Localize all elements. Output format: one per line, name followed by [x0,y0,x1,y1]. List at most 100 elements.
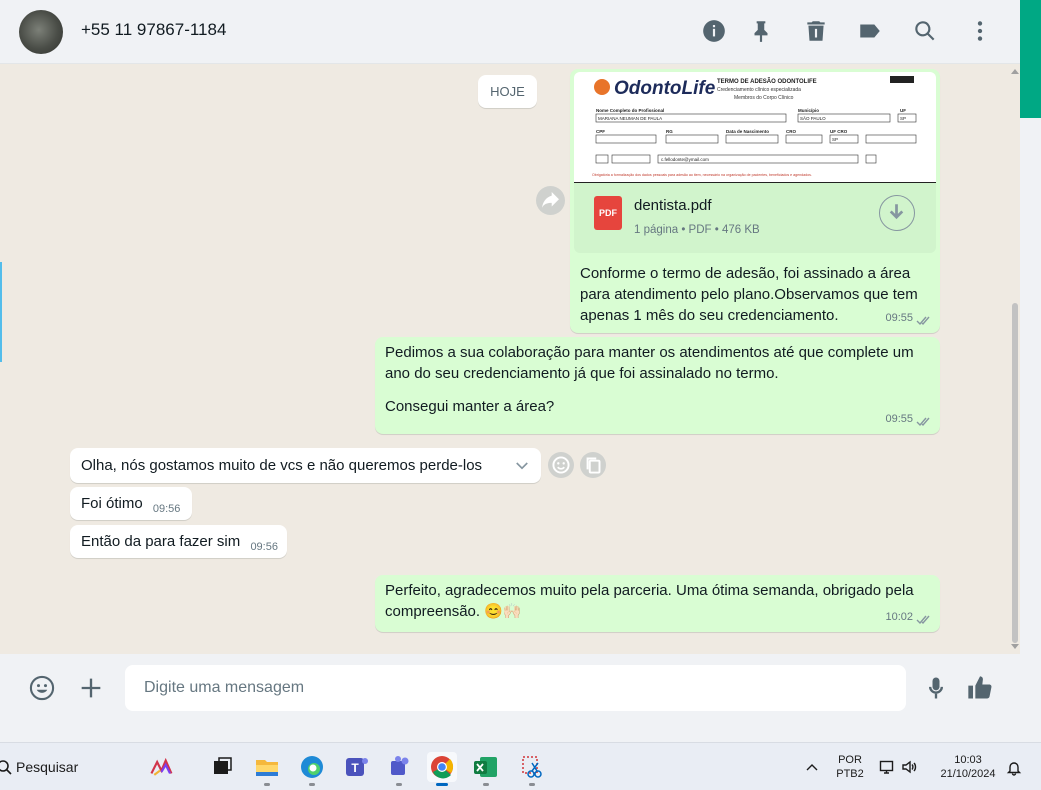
field-city-value: SÃO PAULO [800,115,826,121]
teams-work-icon[interactable] [384,752,414,786]
message-time: 09:55 [885,312,913,324]
snipping-tool-icon[interactable] [517,752,547,786]
incoming-message[interactable]: Olha, nós gostamos muito de vcs e não qu… [70,448,541,483]
field-cro-uf-value: SP [832,137,838,142]
file-explorer-icon[interactable] [252,752,282,786]
taskbar-search[interactable]: Pesquisar [0,751,140,783]
outgoing-message[interactable]: Perfeito, agradecemos muito pela parceri… [375,575,940,632]
pdf-file-card[interactable]: PDF dentista.pdf 1 página • PDF • 476 KB [574,183,936,253]
message-time: 09:56 [250,541,278,553]
language-code: POR [838,754,862,766]
volume-icon[interactable] [901,759,917,775]
label-icon[interactable] [857,18,883,44]
pdf-file-info: 1 página • PDF • 476 KB [634,224,760,236]
copy-icon[interactable] [580,452,606,478]
scroll-up-arrow-icon[interactable] [1011,69,1019,74]
chat-scrollbar[interactable] [1010,65,1020,653]
clock[interactable]: 10:03 21/10/2024 [930,753,1006,781]
field-email-value: c.fellodonte@ymail.com [661,157,709,162]
pdf-file-name: dentista.pdf [634,197,712,214]
excel-icon[interactable] [471,752,501,786]
message-text: Olha, nós gostamos muito de vcs e não qu… [81,457,483,474]
composer [0,654,1020,722]
chevron-down-icon[interactable] [513,457,531,475]
widgets-icon[interactable] [150,752,192,782]
message-meta: 10:02 [885,607,932,628]
whatsapp-window: +55 11 97867-1184 HOJE OdontoLife TERMO … [0,0,1020,722]
contact-name[interactable]: +55 11 97867-1184 [81,20,226,40]
field-cpf-label: CPF [596,129,605,134]
message-text: Pedimos a sua colaboração para manter os… [385,344,914,382]
message-text: Então da para fazer sim [81,533,241,550]
windows-taskbar: Pesquisar T POR PTB2 10:03 21/10/2024 [0,742,1041,790]
field-state-label: UF [900,108,906,113]
attach-plus-icon[interactable] [77,674,105,702]
scroll-down-arrow-icon[interactable] [1011,644,1019,649]
search-icon [0,759,12,775]
field-state-value: SP [900,116,906,121]
message-meta: 09:55 [885,409,932,430]
background-app-panel [1020,118,1041,742]
double-check-icon [916,414,932,427]
forward-icon[interactable] [536,186,565,215]
chrome-icon[interactable] [427,752,457,786]
message-text: Consegui manter a área? [385,398,555,415]
incoming-message[interactable]: Foi ótimo 09:56 [70,487,192,520]
language-indicator[interactable]: POR PTB2 [832,753,868,781]
pdf-message[interactable]: OdontoLife TERMO DE ADESÃO ODONTOLIFE Cr… [570,69,940,333]
field-rg-label: RG [666,129,673,134]
emoji-icon[interactable] [28,674,56,702]
date-chip: HOJE [478,75,537,108]
svg-text:T: T [351,761,359,775]
form-subtitle-1: Credenciamento clínico especializada [717,87,801,93]
message-input[interactable] [125,665,906,711]
delete-icon[interactable] [803,18,829,44]
thumbs-up-icon[interactable] [966,674,994,702]
incoming-message[interactable]: Então da para fazer sim 09:56 [70,525,287,558]
field-name-value: MARIANA NEUMAN DE PAULA [598,116,662,121]
field-name-label: Nome Completo do Profissional [596,108,664,113]
download-icon[interactable] [879,195,915,231]
background-app-edge [1020,0,1041,118]
message-time: 09:56 [152,503,181,515]
taskbar-search-label: Pesquisar [16,759,79,775]
contact-avatar[interactable] [19,10,63,54]
pdf-caption: Conforme o termo de adesão, foi assinado… [580,265,918,324]
field-birth-label: Data de Nascimento [726,129,769,134]
field-uf-cro-label: UF CRO [830,129,848,134]
message-time: 10:02 [885,611,913,623]
message-text: Foi ótimo [81,495,143,512]
double-check-icon [916,313,932,326]
background-window-edge [0,262,2,362]
form-title: TERMO DE ADESÃO ODONTOLIFE [717,78,817,85]
pdf-preview[interactable]: OdontoLife TERMO DE ADESÃO ODONTOLIFE Cr… [574,72,936,183]
search-icon[interactable] [912,18,938,44]
network-icon[interactable] [879,759,895,775]
field-cro-label: CRO [786,129,796,134]
keyboard-layout: PTB2 [836,768,864,780]
menu-icon[interactable] [967,18,993,44]
teams-icon[interactable]: T [341,752,371,782]
clock-time: 10:03 [954,754,982,766]
message-text: Perfeito, agradecemos muito pela parceri… [385,582,914,620]
notification-bell-icon[interactable] [1006,760,1022,776]
brand-logo: OdontoLife [614,78,716,99]
message-list[interactable]: HOJE OdontoLife TERMO DE ADESÃO ODONTOLI… [0,65,1020,653]
message-time: 09:55 [885,413,913,425]
chat-header: +55 11 97867-1184 [0,0,1020,64]
info-icon[interactable] [701,18,727,44]
outgoing-message[interactable]: Pedimos a sua colaboração para manter os… [375,337,940,434]
chevron-up-icon[interactable] [804,759,820,775]
clock-date: 21/10/2024 [940,768,996,780]
message-meta: 09:55 [885,308,932,329]
pdf-file-icon: PDF [594,196,622,230]
emoji-reaction-icon[interactable] [548,452,574,478]
edge-browser-icon[interactable] [297,752,327,786]
task-view-icon[interactable] [207,752,237,782]
form-footer-note: Obrigatória a formalização dos dados pes… [592,173,812,177]
form-subtitle-2: Membros do Corpo Clínico [734,95,794,101]
scrollbar-thumb[interactable] [1012,303,1018,643]
field-city-label: Município [798,108,819,113]
pin-icon[interactable] [748,18,774,44]
microphone-icon[interactable] [922,674,950,702]
